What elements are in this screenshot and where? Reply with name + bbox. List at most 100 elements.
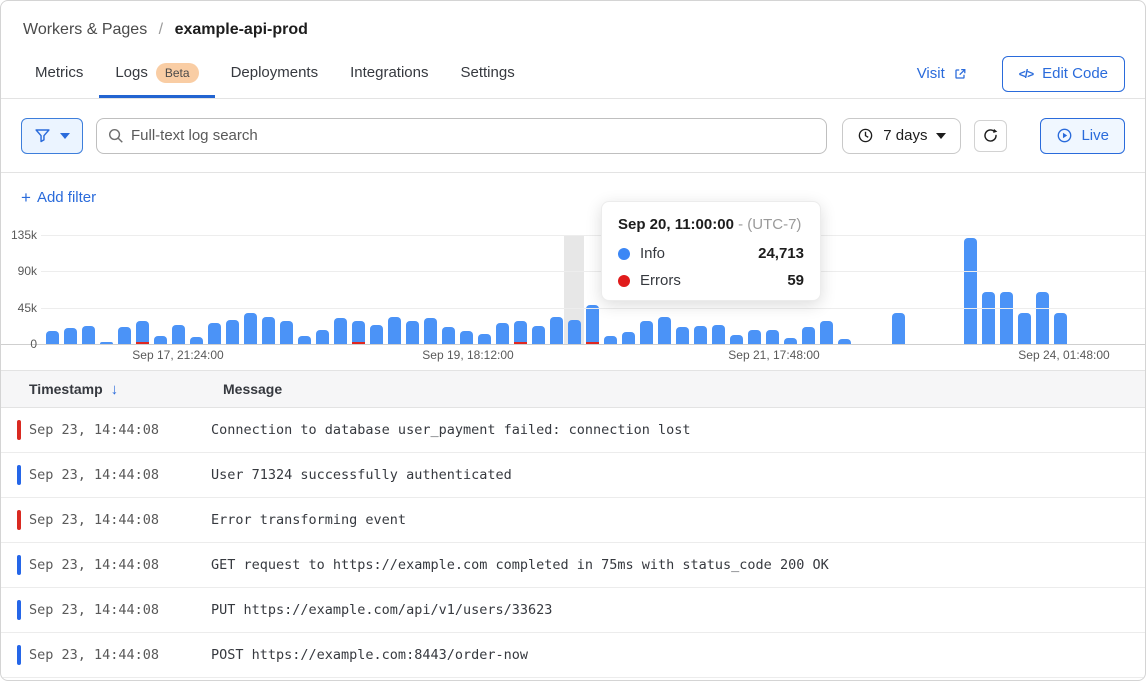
- search-icon: [107, 127, 125, 145]
- log-message: Connection to database user_payment fail…: [211, 422, 1145, 438]
- log-row[interactable]: Sep 23, 14:44:08 Error transforming even…: [1, 498, 1145, 543]
- tab-deployments[interactable]: Deployments: [215, 53, 335, 98]
- chart-bar[interactable]: [82, 326, 95, 344]
- chart-bar[interactable]: [892, 313, 905, 344]
- chart-bar[interactable]: [226, 320, 239, 344]
- chart-bar[interactable]: [676, 327, 689, 344]
- log-row[interactable]: Sep 23, 14:44:08 GET request to https://…: [1, 543, 1145, 588]
- log-level-indicator: [17, 510, 21, 530]
- tab-integrations[interactable]: Integrations: [334, 53, 444, 98]
- chart-bar[interactable]: [514, 321, 527, 344]
- tab-bar: Metrics Logs Beta Deployments Integratio…: [1, 53, 1145, 99]
- chart-bar[interactable]: [370, 325, 383, 344]
- breadcrumb: Workers & Pages / example-api-prod: [1, 1, 1145, 41]
- gridline: [1, 344, 1145, 345]
- chart-bar[interactable]: [172, 325, 185, 344]
- log-level-indicator: [17, 420, 21, 440]
- chart-bar[interactable]: [388, 317, 401, 344]
- visit-link[interactable]: Visit: [917, 65, 968, 82]
- chart-bar[interactable]: [766, 330, 779, 344]
- chart-bar[interactable]: [262, 317, 275, 344]
- chart-bar[interactable]: [640, 321, 653, 344]
- chart-bar[interactable]: [136, 321, 149, 344]
- chart-bar[interactable]: [478, 334, 491, 344]
- chart-bar[interactable]: [298, 336, 311, 344]
- chart-bar[interactable]: [118, 327, 131, 344]
- chart-bar[interactable]: [316, 330, 329, 344]
- edit-code-button[interactable]: </> Edit Code: [1002, 56, 1125, 92]
- tooltip-title: Sep 20, 11:00:00 - (UTC-7): [618, 215, 804, 235]
- chart-bar[interactable]: [748, 330, 761, 344]
- chart-tooltip: Sep 20, 11:00:00 - (UTC-7) Info 24,713 E…: [601, 201, 821, 301]
- log-row[interactable]: Sep 23, 14:44:08 Connection to database …: [1, 408, 1145, 453]
- chart-bar[interactable]: [334, 318, 347, 344]
- tab-logs[interactable]: Logs Beta: [99, 53, 214, 98]
- tab-settings[interactable]: Settings: [445, 53, 531, 98]
- chart-plot: [1, 235, 1145, 344]
- chart-bar[interactable]: [982, 292, 995, 344]
- chart-bar[interactable]: [1000, 292, 1013, 344]
- tab-logs-label: Logs: [115, 63, 148, 83]
- chart-bar[interactable]: [712, 325, 725, 344]
- breadcrumb-workers-pages[interactable]: Workers & Pages: [23, 21, 147, 38]
- tooltip-timezone: - (UTC-7): [734, 216, 802, 233]
- log-timestamp: Sep 23, 14:44:08: [29, 647, 211, 663]
- chart-bar[interactable]: [244, 313, 257, 344]
- chart-bar[interactable]: [424, 318, 437, 344]
- header-actions: Visit </> Edit Code: [917, 56, 1125, 96]
- chart-bar[interactable]: [190, 337, 203, 344]
- chart-bar[interactable]: [154, 336, 167, 344]
- log-row[interactable]: Sep 23, 14:44:08 PUT https://example.com…: [1, 588, 1145, 633]
- time-range-dropdown[interactable]: 7 days: [842, 118, 961, 154]
- chart-bar[interactable]: [568, 320, 581, 344]
- log-row[interactable]: Sep 23, 14:44:08 User 71324 successfully…: [1, 453, 1145, 498]
- chart-bar[interactable]: [964, 238, 977, 344]
- chart-bar[interactable]: [730, 335, 743, 344]
- tooltip-info-label: Info: [640, 245, 665, 262]
- chart-bar[interactable]: [496, 323, 509, 344]
- chart-bar[interactable]: [406, 321, 419, 344]
- message-column-header: Message: [223, 381, 282, 397]
- chart-bar[interactable]: [64, 328, 77, 344]
- timestamp-column-header[interactable]: Timestamp ↓: [29, 381, 223, 398]
- play-circle-icon: [1056, 127, 1073, 144]
- chart-bar[interactable]: [1036, 292, 1049, 344]
- chevron-down-icon: [936, 133, 946, 139]
- tab-metrics[interactable]: Metrics: [19, 53, 99, 98]
- chart-bar[interactable]: [352, 321, 365, 344]
- add-filter-button[interactable]: + Add filter: [21, 189, 96, 206]
- chart-bar[interactable]: [586, 305, 599, 344]
- tooltip-time: Sep 20, 11:00:00: [618, 216, 734, 233]
- chart-bar[interactable]: [622, 332, 635, 344]
- chart-bar[interactable]: [1054, 313, 1067, 344]
- chart-bar[interactable]: [550, 317, 563, 344]
- chart-bar[interactable]: [820, 321, 833, 344]
- chart-bar[interactable]: [1018, 313, 1031, 344]
- log-timestamp: Sep 23, 14:44:08: [29, 467, 211, 483]
- chart-bar[interactable]: [442, 327, 455, 344]
- x-axis-tick: Sep 24, 01:48:00: [1018, 348, 1109, 362]
- y-axis-tick: 90k: [1, 264, 37, 278]
- log-row[interactable]: Sep 23, 14:44:08 POST https://example.co…: [1, 633, 1145, 678]
- refresh-button[interactable]: [974, 120, 1007, 152]
- clock-icon: [857, 127, 874, 144]
- table-header: Timestamp ↓ Message: [1, 371, 1145, 408]
- chart-bar[interactable]: [802, 327, 815, 344]
- chart-bar[interactable]: [604, 336, 617, 344]
- chart-bar[interactable]: [280, 321, 293, 344]
- gridline: [41, 308, 1145, 309]
- edit-code-label: Edit Code: [1042, 65, 1108, 82]
- chart-bar[interactable]: [694, 326, 707, 344]
- chart-bar[interactable]: [658, 317, 671, 344]
- chart-bar[interactable]: [208, 323, 221, 344]
- search-input[interactable]: [96, 118, 827, 154]
- log-level-indicator: [17, 645, 21, 665]
- refresh-icon: [982, 127, 999, 144]
- filter-dropdown-button[interactable]: [21, 118, 83, 154]
- live-button[interactable]: Live: [1040, 118, 1125, 154]
- workers-logs-page: Workers & Pages / example-api-prod Metri…: [0, 0, 1146, 681]
- chart-bar[interactable]: [460, 331, 473, 344]
- search-wrap: [96, 118, 827, 154]
- chart-bar[interactable]: [46, 331, 59, 344]
- chart-bar[interactable]: [532, 326, 545, 344]
